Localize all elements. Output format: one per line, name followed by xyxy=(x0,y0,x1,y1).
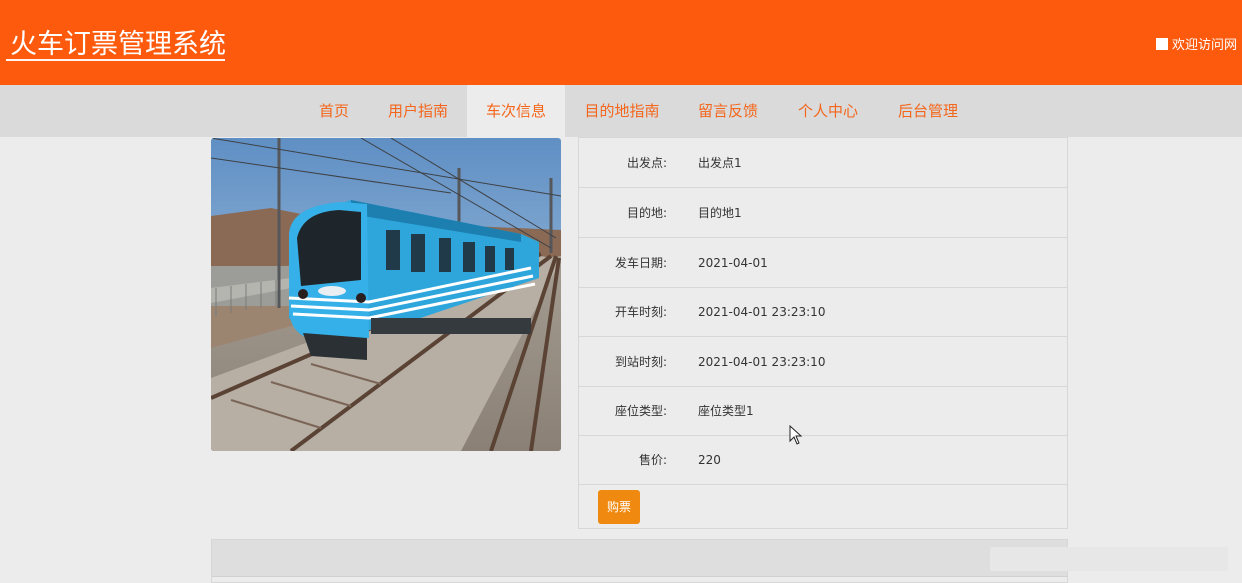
welcome-banner: 欢迎访问网 xyxy=(1156,34,1237,53)
detail-value: 出发点1 xyxy=(698,156,742,170)
nav-item-home[interactable]: 首页 xyxy=(311,85,357,137)
detail-label: 售价: xyxy=(638,453,667,467)
detail-value: 2021-04-01 23:23:10 xyxy=(698,305,826,319)
detail-row-departure-time: 开车时刻: 2021-04-01 23:23:10 xyxy=(579,287,1067,337)
buy-ticket-button[interactable]: 购票 xyxy=(598,490,640,524)
nav-item-destination-guide[interactable]: 目的地指南 xyxy=(578,85,666,137)
train-detail-table: 出发点: 出发点1 目的地: 目的地1 发车日期: 2021-04-01 开车时… xyxy=(578,137,1068,529)
nav-item-personal-center[interactable]: 个人中心 xyxy=(791,85,865,137)
nav-item-admin[interactable]: 后台管理 xyxy=(891,85,965,137)
main-nav: 首页 用户指南 车次信息 目的地指南 留言反馈 个人中心 后台管理 xyxy=(0,85,1242,137)
square-icon xyxy=(1156,37,1168,50)
detail-label: 座位类型: xyxy=(614,404,667,418)
mouse-cursor-icon xyxy=(789,424,803,449)
detail-label: 发车日期: xyxy=(614,256,667,270)
welcome-text: 欢迎访问网 xyxy=(1172,38,1238,53)
detail-label: 开车时刻: xyxy=(614,305,667,319)
detail-row-departure: 出发点: 出发点1 xyxy=(579,138,1067,188)
site-header: 火车订票管理系统 欢迎访问网 xyxy=(0,0,1242,85)
nav-item-user-guide[interactable]: 用户指南 xyxy=(381,85,455,137)
nav-item-feedback[interactable]: 留言反馈 xyxy=(691,85,765,137)
detail-value: 2021-04-01 xyxy=(698,256,768,270)
detail-label: 到站时刻: xyxy=(614,355,667,369)
faded-overlay xyxy=(990,547,1228,571)
nav-item-train-info[interactable]: 车次信息 xyxy=(467,85,565,137)
detail-label: 出发点: xyxy=(626,156,667,170)
train-image xyxy=(211,138,561,451)
detail-label: 目的地: xyxy=(626,206,667,220)
detail-value: 座位类型1 xyxy=(698,404,754,418)
title-underline xyxy=(6,59,225,61)
site-title[interactable]: 火车订票管理系统 xyxy=(10,22,226,61)
detail-row-destination: 目的地: 目的地1 xyxy=(579,188,1067,238)
bottom-panel-header xyxy=(212,540,1067,577)
detail-row-seat-type: 座位类型: 座位类型1 xyxy=(579,386,1067,436)
detail-value: 220 xyxy=(698,453,721,467)
detail-row-arrival-time: 到站时刻: 2021-04-01 23:23:10 xyxy=(579,337,1067,387)
detail-row-price: 售价: 220 xyxy=(579,435,1067,485)
detail-value: 目的地1 xyxy=(698,206,742,220)
detail-value: 2021-04-01 23:23:10 xyxy=(698,355,826,369)
detail-row-departure-date: 发车日期: 2021-04-01 xyxy=(579,238,1067,288)
bottom-panel xyxy=(211,539,1068,583)
